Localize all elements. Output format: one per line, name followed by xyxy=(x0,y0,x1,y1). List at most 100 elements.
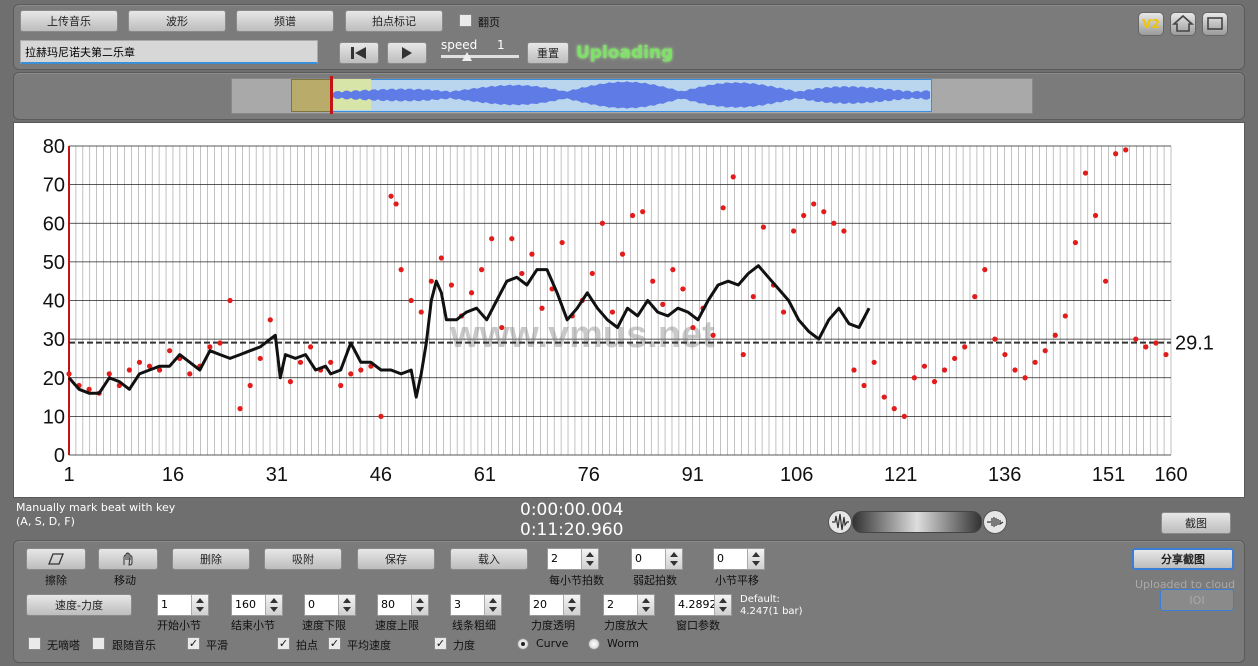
spectrum-button[interactable]: 频谱 xyxy=(236,10,334,32)
beat-point xyxy=(1092,212,1099,219)
speed-slider[interactable] xyxy=(441,55,519,58)
beat-point xyxy=(448,282,455,288)
save-button[interactable]: 保存 xyxy=(357,548,435,570)
line-width-label: 线条粗细 xyxy=(452,619,496,632)
start-bar-stepper[interactable]: 1 xyxy=(157,594,209,616)
share-screenshot-button[interactable]: 分享截图 xyxy=(1132,548,1234,570)
stepper-arrows-icon[interactable] xyxy=(191,595,208,615)
beat-point xyxy=(962,344,968,350)
beat-point xyxy=(629,212,636,219)
x-tick-label: 160 xyxy=(1154,464,1187,486)
speed-slider-thumb[interactable] xyxy=(462,52,472,61)
mode-button[interactable]: 速度-力度 xyxy=(26,594,132,616)
beat-point xyxy=(106,371,112,377)
beat-point xyxy=(851,367,857,373)
dyn-opacity-stepper[interactable]: 20 xyxy=(529,594,581,616)
beat-point xyxy=(348,371,354,377)
rewind-button[interactable] xyxy=(339,42,379,64)
smooth-label: 平滑 xyxy=(206,639,228,652)
follow-music-checkbox[interactable] xyxy=(92,637,105,650)
window-value: 4.2892 xyxy=(678,598,717,611)
snap-button[interactable]: 吸附 xyxy=(264,548,342,570)
bar-shift-label: 小节平移 xyxy=(715,574,759,587)
beats-checkbox[interactable]: ✓ xyxy=(277,637,290,650)
flip-page-checkbox[interactable] xyxy=(459,14,472,27)
beat-point xyxy=(921,363,928,369)
x-tick-label: 1 xyxy=(63,464,74,486)
beat-point xyxy=(730,174,736,180)
stepper-arrows-icon[interactable] xyxy=(411,595,428,615)
move-button[interactable] xyxy=(98,548,158,570)
beat-mark-button[interactable]: 拍点标记 xyxy=(345,10,443,32)
beat-point xyxy=(780,309,787,315)
stepper-arrows-icon[interactable] xyxy=(665,549,682,569)
worm-radio[interactable] xyxy=(588,638,600,650)
dynamics-checkbox[interactable]: ✓ xyxy=(434,637,447,650)
default-label: Default: xyxy=(740,594,780,605)
dyn-scale-stepper[interactable]: 2 xyxy=(603,594,655,616)
play-button[interactable] xyxy=(387,42,427,64)
current-time: 0:00:00.004 xyxy=(520,500,624,520)
beat-point xyxy=(1032,359,1038,365)
tempo-chart[interactable]: 010203040506070801 16 31 46 61 76 91 106 121 136 1… xyxy=(13,122,1243,496)
stepper-arrows-icon[interactable] xyxy=(265,595,282,615)
end-bar-stepper[interactable]: 160 xyxy=(231,594,283,616)
fullscreen-button[interactable] xyxy=(1202,12,1228,36)
stepper-arrows-icon[interactable] xyxy=(637,595,654,615)
waveform-toggle[interactable] xyxy=(828,510,852,534)
avg-tempo-checkbox[interactable]: ✓ xyxy=(328,637,341,650)
overview-viewport[interactable] xyxy=(291,79,333,112)
smooth-checkbox[interactable]: ✓ xyxy=(187,637,200,650)
beat-point xyxy=(418,309,424,315)
flip-page-label: 翻页 xyxy=(478,16,500,29)
beat-point xyxy=(509,236,515,242)
home-button[interactable] xyxy=(1170,12,1196,36)
screenshot-button[interactable]: 截图 xyxy=(1161,512,1231,534)
stepper-arrows-icon[interactable] xyxy=(581,549,598,569)
upload-music-button[interactable]: 上传音乐 xyxy=(20,10,118,32)
ioi-button[interactable]: IOI xyxy=(1160,589,1234,611)
avg-tempo-label: 平均速度 xyxy=(347,639,391,652)
speed-value: 1 xyxy=(497,38,505,52)
worm-label: Worm xyxy=(607,637,640,650)
delete-button[interactable]: 删除 xyxy=(172,548,250,570)
title-input[interactable]: 拉赫玛尼诺夫第二乐章 xyxy=(20,40,318,64)
home-icon xyxy=(1171,14,1195,32)
stepper-arrows-icon[interactable] xyxy=(747,549,764,569)
erase-button[interactable] xyxy=(26,548,86,570)
volume-slider[interactable] xyxy=(852,511,982,533)
beat-point xyxy=(609,309,616,315)
bar-shift-stepper[interactable]: 0 xyxy=(713,548,765,570)
stepper-arrows-icon[interactable] xyxy=(563,595,580,615)
no-metronome-checkbox[interactable] xyxy=(28,637,41,650)
curve-radio[interactable] xyxy=(517,638,529,650)
pickup-stepper[interactable]: 0 xyxy=(631,548,683,570)
status-text: Uploading xyxy=(576,43,674,63)
tempo-min-stepper[interactable]: 0 xyxy=(304,594,356,616)
v2-badge[interactable]: V2 xyxy=(1138,12,1164,36)
stepper-arrows-icon[interactable] xyxy=(484,595,501,615)
y-tick-label: 60 xyxy=(43,213,65,235)
compress-toggle[interactable] xyxy=(983,510,1007,534)
reset-button[interactable]: 重置 xyxy=(527,42,569,64)
window-stepper[interactable]: 4.2892 xyxy=(674,594,732,616)
beat-point xyxy=(1022,375,1028,381)
stepper-arrows-icon[interactable] xyxy=(714,595,731,615)
beat-point xyxy=(710,332,716,338)
tempo-max-stepper[interactable]: 80 xyxy=(377,594,429,616)
beat-point xyxy=(801,212,807,219)
playhead-marker[interactable] xyxy=(330,76,333,114)
beats-per-bar-stepper[interactable]: 2 xyxy=(547,548,599,570)
total-time: 0:11:20.960 xyxy=(520,520,624,540)
beat-point xyxy=(1163,351,1169,358)
beat-point xyxy=(398,267,404,273)
beat-point xyxy=(861,382,867,389)
beat-point xyxy=(1123,147,1129,153)
beat-point xyxy=(378,413,384,419)
load-button[interactable]: 载入 xyxy=(450,548,528,570)
line-width-stepper[interactable]: 3 xyxy=(450,594,502,616)
x-tick-label: 151 xyxy=(1092,464,1125,486)
waveform-button[interactable]: 波形 xyxy=(128,10,226,32)
beats-per-bar-value: 2 xyxy=(551,552,558,565)
stepper-arrows-icon[interactable] xyxy=(338,595,355,615)
